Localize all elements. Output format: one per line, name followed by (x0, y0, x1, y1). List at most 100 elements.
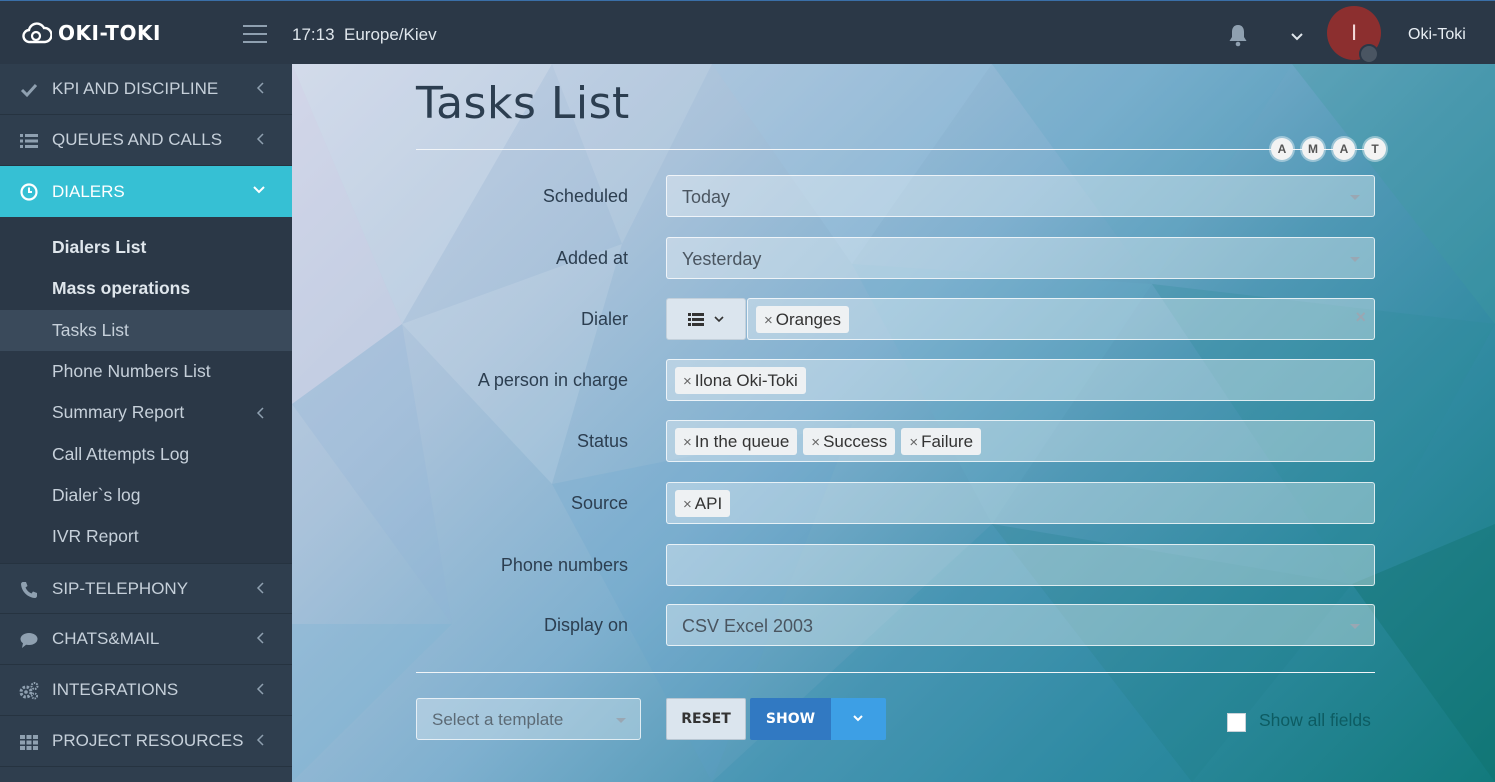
tag[interactable]: × Failure (901, 428, 982, 455)
caret-down-icon (1350, 257, 1360, 262)
sidebar-item-label: KPI AND DISCIPLINE (52, 79, 219, 98)
sidebar-item-project-resources[interactable]: PROJECT RESOURCES (0, 716, 292, 768)
page-title: Tasks List (416, 78, 630, 129)
form-row-status: Status × In the queue × Success × Failure (416, 420, 1375, 462)
show-all-checkbox[interactable] (1227, 713, 1246, 732)
chevron-down-icon[interactable] (1290, 29, 1304, 47)
sidebar-item-label: SIP-TELEPHONY (52, 578, 189, 598)
form-row-display: Display on CSV Excel 2003 (416, 604, 1375, 646)
tag[interactable]: × In the queue (675, 428, 798, 455)
sidebar-item-label: PROJECT RESOURCES (52, 731, 244, 751)
scheduled-label: Scheduled (542, 186, 628, 206)
timezone: Europe/Kiev (344, 25, 437, 44)
dialer-mode-button[interactable] (666, 298, 746, 340)
sidebar: KPI AND DISCIPLINE QUEUES AND CALLS DIAL… (0, 64, 292, 782)
phone-numbers-input[interactable] (666, 544, 1375, 586)
remove-tag-icon[interactable]: × (683, 434, 692, 451)
sidebar-item-label: CHATS&MAIL (52, 629, 160, 649)
logo[interactable]: OKI-TOKI (22, 21, 161, 45)
chevron-left-icon (256, 734, 264, 746)
sidebar-subitem-dialers-list[interactable]: Dialers List (0, 227, 292, 268)
sidebar-subitem-call-attempts-log[interactable]: Call Attempts Log (0, 433, 292, 474)
status-tags: × In the queue × Success × Failure (675, 428, 982, 455)
tag-label: In the queue (694, 432, 790, 451)
logo-text: OKI-TOKI (58, 21, 161, 45)
show-dropdown-button[interactable] (831, 698, 886, 740)
tag[interactable]: × Oranges (756, 306, 849, 333)
menu-toggle-icon[interactable] (243, 25, 267, 43)
top-bar: OKI-TOKI 17:13 Europe/Kiev I Oki-Toki (0, 0, 1495, 64)
remove-tag-icon[interactable]: × (764, 312, 773, 329)
person-multiselect[interactable]: × Ilona Oki-Toki (666, 359, 1375, 401)
person-label: A person in charge (477, 370, 628, 390)
sidebar-item-chats-mail[interactable]: CHATS&MAIL (0, 614, 292, 666)
badge[interactable]: T (1364, 138, 1386, 160)
display-label: Display on (543, 615, 628, 635)
sidebar-subitem-dialers-log[interactable]: Dialer`s log (0, 475, 292, 516)
sidebar-subitem-ivr-report[interactable]: IVR Report (0, 516, 292, 557)
status-dot (1359, 44, 1379, 64)
chevron-left-icon (256, 632, 264, 644)
username[interactable]: Oki-Toki (1408, 26, 1466, 44)
tag-label: Success (823, 432, 888, 451)
display-value: CSV Excel 2003 (682, 616, 814, 636)
sidebar-subitem-tasks-list[interactable]: Tasks List (0, 309, 292, 351)
chevron-down-icon (853, 715, 863, 722)
sidebar-subitem-phone-numbers-list[interactable]: Phone Numbers List (0, 351, 292, 392)
caret-down-icon (616, 718, 626, 723)
person-tags: × Ilona Oki-Toki (675, 367, 806, 394)
sidebar-item-integrations[interactable]: INTEGRATIONS (0, 665, 292, 717)
sidebar-item-label: INTEGRATIONS (52, 680, 179, 700)
tag[interactable]: × API (675, 490, 731, 517)
clock-icon (20, 183, 38, 201)
sidebar-item-sip-telephony[interactable]: SIP-TELEPHONY (0, 563, 292, 615)
clear-icon[interactable]: × (1355, 307, 1366, 328)
scheduled-select[interactable]: Today (666, 175, 1375, 217)
remove-tag-icon[interactable]: × (683, 496, 692, 513)
sidebar-item-label: DIALERS (52, 181, 125, 201)
sidebar-subitem-summary-report[interactable]: Summary Report (0, 392, 292, 433)
form-row-dialer: Dialer × Oranges × (416, 298, 1375, 340)
template-select[interactable]: Select a template (416, 698, 641, 740)
source-label: Source (570, 493, 628, 513)
sidebar-item-kpi[interactable]: KPI AND DISCIPLINE (0, 64, 292, 115)
list-icon (20, 134, 38, 148)
chevron-left-icon (256, 407, 264, 419)
tag[interactable]: × Ilona Oki-Toki (675, 367, 806, 394)
dialer-multiselect[interactable]: × Oranges × (747, 298, 1375, 340)
dialer-label: Dialer (580, 309, 628, 329)
badge[interactable]: A (1271, 138, 1293, 160)
remove-tag-icon[interactable]: × (909, 434, 918, 451)
chevron-down-icon (253, 186, 265, 194)
tag[interactable]: × Success (803, 428, 896, 455)
show-button[interactable]: SHOW (750, 698, 831, 740)
remove-tag-icon[interactable]: × (811, 434, 820, 451)
reset-button[interactable]: RESET (666, 698, 746, 740)
main-content: Tasks List A M A T Scheduled Today Added… (292, 64, 1495, 782)
dialer-tags: × Oranges (756, 306, 849, 333)
added-at-label: Added at (555, 248, 628, 268)
divider (416, 672, 1375, 673)
badge[interactable]: M (1302, 138, 1324, 160)
form-row-person: A person in charge × Ilona Oki-Toki (416, 359, 1375, 401)
scheduled-value: Today (682, 187, 731, 207)
badge[interactable]: A (1333, 138, 1355, 160)
template-placeholder: Select a template (432, 710, 564, 729)
status-multiselect[interactable]: × In the queue × Success × Failure (666, 420, 1375, 462)
caret-down-icon (1350, 624, 1360, 629)
bell-icon[interactable] (1226, 23, 1250, 52)
dialers-submenu: Dialers List Mass operations Tasks List … (0, 217, 292, 564)
source-multiselect[interactable]: × API (666, 482, 1375, 524)
sidebar-item-queues[interactable]: QUEUES AND CALLS (0, 115, 292, 166)
tag-label: Ilona Oki-Toki (694, 371, 798, 390)
remove-tag-icon[interactable]: × (683, 373, 692, 390)
divider (416, 149, 1375, 150)
rating-badges: A M A T (1262, 138, 1386, 160)
display-select[interactable]: CSV Excel 2003 (666, 604, 1375, 646)
sidebar-item-dialers[interactable]: DIALERS (0, 166, 292, 217)
sidebar-subitem-mass-operations[interactable]: Mass operations (0, 268, 292, 309)
added-at-select[interactable]: Yesterday (666, 237, 1375, 279)
tag-label: Oranges (775, 310, 841, 329)
chevron-left-icon (256, 82, 264, 94)
show-all-fields[interactable]: Show all fields (1227, 709, 1371, 732)
